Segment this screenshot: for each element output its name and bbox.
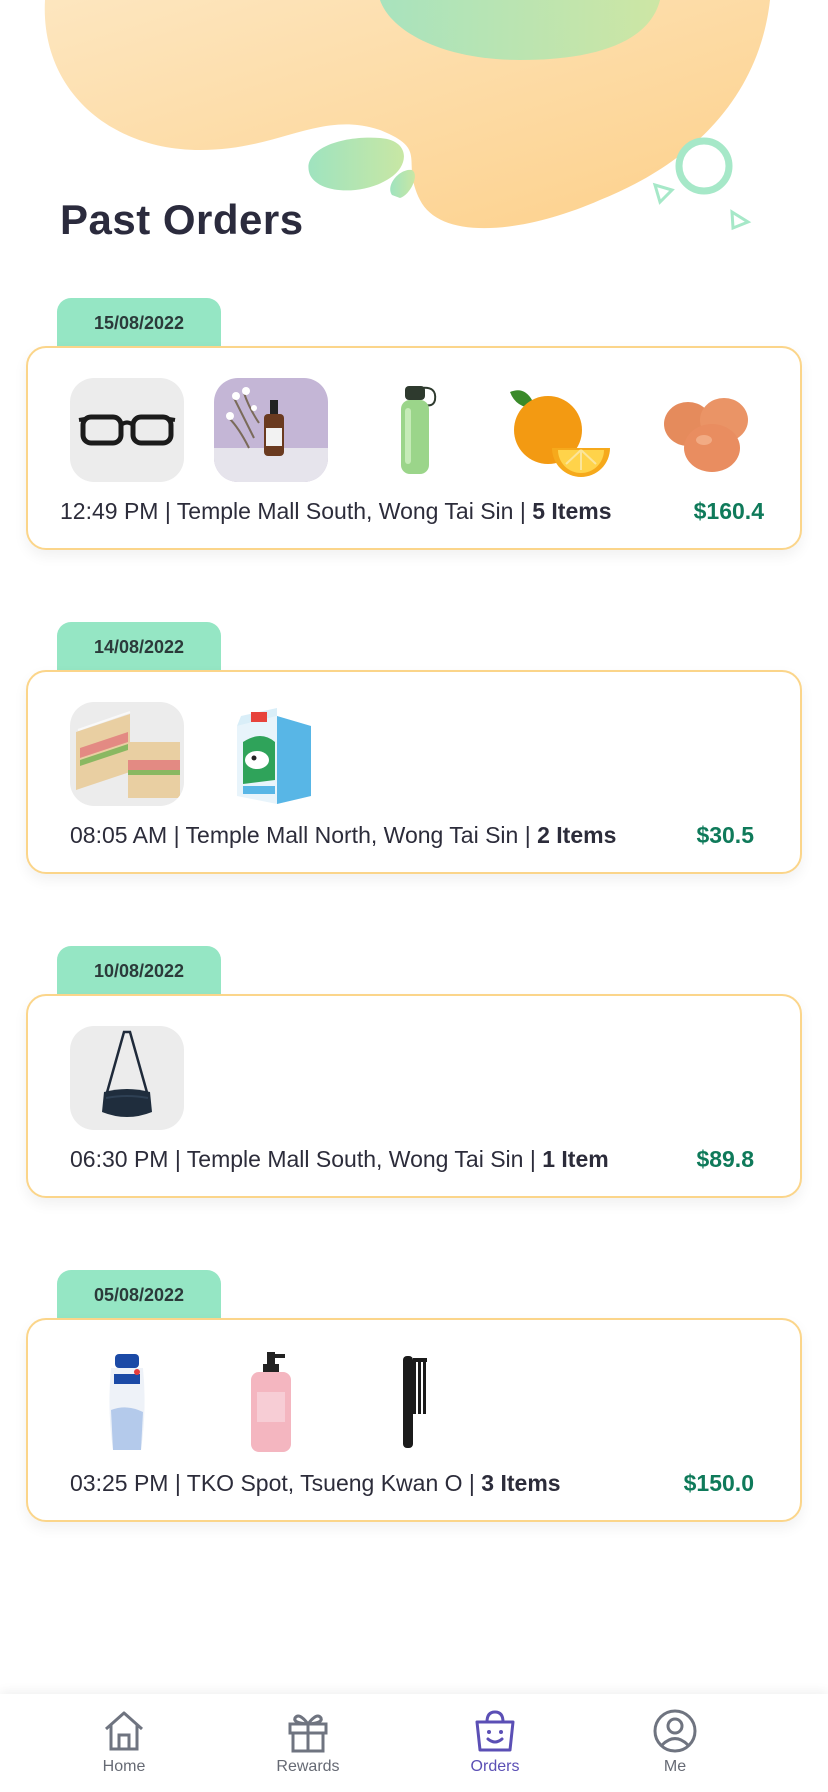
home-icon	[105, 1711, 143, 1751]
page-title: Past Orders	[60, 196, 304, 243]
order-item-thumbnails	[70, 702, 328, 806]
milk-carton-icon	[214, 702, 328, 806]
order-price: $150.0	[683, 1470, 754, 1496]
order-item-thumbnails	[70, 378, 760, 482]
order-item-count: 3 Items	[481, 1470, 561, 1496]
order-meta: 12:49 PM | Temple Mall South, Wong Tai S…	[60, 498, 612, 524]
order-item-count: 1 Item	[542, 1146, 609, 1172]
order-time: 03:25 PM	[70, 1470, 169, 1496]
order-card-body[interactable]: 06:30 PM | Temple Mall South, Wong Tai S…	[26, 994, 802, 1198]
order-meta: 08:05 AM | Temple Mall North, Wong Tai S…	[70, 822, 617, 848]
tab-rewards-label: Rewards	[276, 1758, 340, 1775]
gift-icon	[288, 1714, 328, 1753]
tab-me-label: Me	[663, 1758, 687, 1775]
order-time: 08:05 AM	[70, 822, 168, 848]
order-card[interactable]: 10/08/2022 06:30 PM | Temple Mall South,…	[26, 946, 802, 1206]
user-icon	[653, 1709, 697, 1753]
order-time: 12:49 PM	[60, 498, 159, 524]
order-location: TKO Spot, Tsueng Kwan O	[186, 1470, 463, 1496]
order-item-thumbnails	[70, 1350, 472, 1454]
order-meta: 06:30 PM | Temple Mall South, Wong Tai S…	[70, 1146, 609, 1172]
serum-bottle-icon	[214, 378, 328, 482]
order-card-body[interactable]: 08:05 AM | Temple Mall North, Wong Tai S…	[26, 670, 802, 874]
tab-orders-label: Orders	[470, 1758, 520, 1775]
orange-icon	[502, 378, 616, 482]
order-price: $160.4	[693, 498, 764, 524]
eggs-icon	[646, 378, 760, 482]
order-location: Temple Mall North, Wong Tai Sin	[185, 822, 519, 848]
order-card[interactable]: 05/08/2022 03:25 PM | TKO Spot, Tsueng K…	[26, 1270, 802, 1530]
comb-icon	[358, 1350, 472, 1454]
order-price: $89.8	[696, 1146, 754, 1172]
tab-rewards[interactable]: Rewards	[248, 1708, 368, 1776]
order-location: Temple Mall South, Wong Tai Sin	[186, 1146, 524, 1172]
tab-me[interactable]: Me	[615, 1708, 735, 1776]
tab-home[interactable]: Home	[64, 1708, 184, 1776]
order-info-row: 03:25 PM | TKO Spot, Tsueng Kwan O | 3 I…	[70, 1470, 754, 1497]
body-wash-icon	[214, 1350, 328, 1454]
order-card-body[interactable]: 12:49 PM | Temple Mall South, Wong Tai S…	[26, 346, 802, 550]
order-card[interactable]: 15/08/2022 12:49 PM | Temple Mall South,…	[26, 298, 802, 558]
order-time: 06:30 PM	[70, 1146, 169, 1172]
order-card-body[interactable]: 03:25 PM | TKO Spot, Tsueng Kwan O | 3 I…	[26, 1318, 802, 1522]
tab-home-label: Home	[102, 1758, 146, 1775]
tab-orders[interactable]: Orders	[435, 1708, 555, 1776]
water-bottle-icon	[358, 378, 472, 482]
order-location: Temple Mall South, Wong Tai Sin	[176, 498, 514, 524]
bottom-tab-bar: Home Rewards Orders Me	[0, 1694, 828, 1792]
glasses-icon	[70, 378, 184, 482]
order-item-thumbnails	[70, 1026, 184, 1130]
order-card[interactable]: 14/08/2022 08:05 AM | Temple Mall North,…	[26, 622, 802, 882]
order-info-row: 08:05 AM | Temple Mall North, Wong Tai S…	[70, 822, 754, 849]
sandwich-icon	[70, 702, 184, 806]
shopping-basket-icon	[475, 1710, 515, 1752]
order-item-count: 2 Items	[537, 822, 617, 848]
shampoo-icon	[70, 1350, 184, 1454]
order-info-row: 06:30 PM | Temple Mall South, Wong Tai S…	[70, 1146, 754, 1173]
order-item-count: 5 Items	[532, 498, 612, 524]
order-info-row: 12:49 PM | Temple Mall South, Wong Tai S…	[60, 498, 764, 525]
crossbody-bag-icon	[70, 1026, 184, 1130]
order-price: $30.5	[696, 822, 754, 848]
order-meta: 03:25 PM | TKO Spot, Tsueng Kwan O | 3 I…	[70, 1470, 561, 1496]
